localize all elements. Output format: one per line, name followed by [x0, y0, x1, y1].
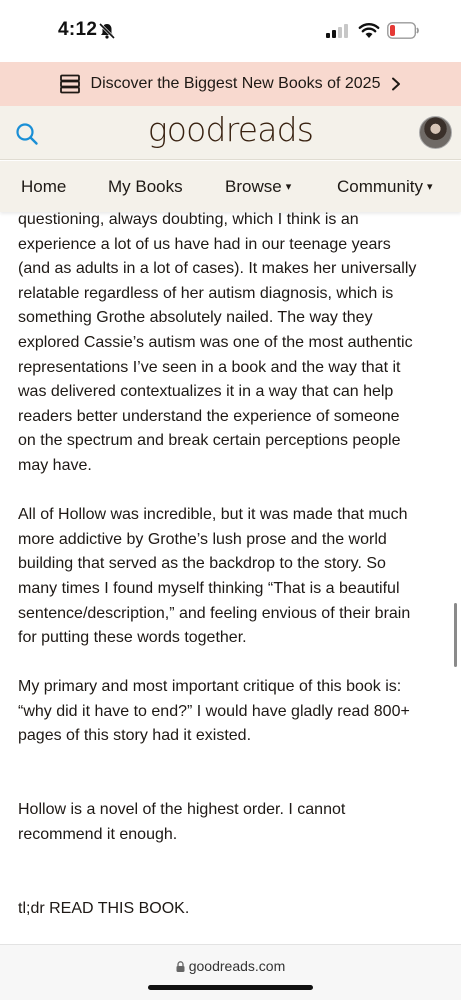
site-header: goodreads [0, 106, 461, 160]
promo-text: Discover the Biggest New Books of 2025 [90, 75, 381, 92]
caret-down-icon: ▾ [285, 181, 292, 193]
nav-my-books[interactable]: My Books [108, 177, 183, 197]
url-display[interactable]: goodreads.com [0, 958, 461, 974]
review-paragraph: questioning, always doubting, which I th… [18, 208, 446, 479]
battery-low-icon [387, 22, 419, 39]
nav-community-label: Community [337, 177, 423, 196]
nav-browse-label: Browse [225, 177, 282, 196]
main-nav: Home My Books Browse ▾ Community ▾ [0, 161, 461, 212]
review-line: building that served as the backdrop to … [18, 555, 386, 573]
review-body: questioning, always doubting, which I th… [18, 208, 446, 921]
nav-my-books-label: My Books [108, 177, 183, 196]
review-line: representations I’ve seen in a book and … [18, 358, 401, 376]
nav-home-label: Home [21, 177, 67, 196]
chevron-right-icon [392, 77, 401, 91]
goodreads-logo[interactable]: goodreads [0, 110, 461, 149]
review-line: on the spectrum and break certain percep… [18, 432, 401, 450]
review-line: pages of this story had it existed. [18, 727, 252, 745]
review-line: experience a lot of us have had in our t… [18, 235, 391, 253]
review-line: was delivered contextualizes it in a way… [18, 383, 394, 401]
review-line: more addictive by Grothe’s lush prose an… [18, 530, 387, 548]
review-line: sentence/description,” and feeling envio… [18, 604, 411, 622]
review-paragraph: My primary and most important critique o… [18, 675, 446, 749]
review-line: All of Hollow was incredible, but it was… [18, 506, 408, 524]
review-line: (and as adults in a lot of cases). It ma… [18, 260, 417, 278]
nav-home[interactable]: Home [21, 177, 66, 197]
lock-icon [176, 961, 185, 972]
review-line: many times I found myself thinking “That… [18, 579, 400, 597]
review-line: My primary and most important critique o… [18, 678, 402, 696]
promo-banner[interactable]: Discover the Biggest New Books of 2025 [0, 62, 461, 106]
cellular-signal-icon [326, 24, 348, 38]
books-stack-icon [59, 74, 80, 94]
review-line: for putting these words together. [18, 629, 247, 647]
review-line: may have. [18, 456, 92, 474]
review-paragraph: Hollow is a novel of the highest order. … [18, 798, 446, 847]
review-line: tl;dr READ THIS BOOK. [18, 899, 190, 917]
status-time: 4:12 [58, 19, 98, 40]
review-line: relatable regardless of her autism diagn… [18, 284, 394, 302]
browser-url-bar[interactable]: goodreads.com [0, 944, 461, 1000]
review-line: readers better understand the experience… [18, 407, 400, 425]
wifi-icon [358, 23, 380, 38]
review-line: something Grothe absolutely nailed. The … [18, 309, 373, 327]
caret-down-icon: ▾ [426, 181, 433, 193]
review-line: explored Cassie’s autism was one of the … [18, 333, 413, 351]
review-line: “why did it have to end?” I would have g… [18, 702, 410, 720]
home-indicator[interactable] [148, 985, 313, 990]
review-line: recommend it enough. [18, 825, 178, 843]
scrollbar[interactable] [454, 603, 457, 667]
nav-community[interactable]: Community ▾ [337, 177, 433, 197]
status-bar: 4:12 [0, 0, 461, 62]
user-avatar[interactable] [419, 116, 452, 149]
review-paragraph: tl;dr READ THIS BOOK. [18, 897, 446, 922]
review-paragraph: All of Hollow was incredible, but it was… [18, 503, 446, 651]
nav-browse[interactable]: Browse ▾ [225, 177, 291, 197]
review-line: Hollow is a novel of the highest order. … [18, 801, 346, 819]
url-text: goodreads.com [188, 958, 286, 974]
bell-muted-icon [98, 22, 116, 40]
